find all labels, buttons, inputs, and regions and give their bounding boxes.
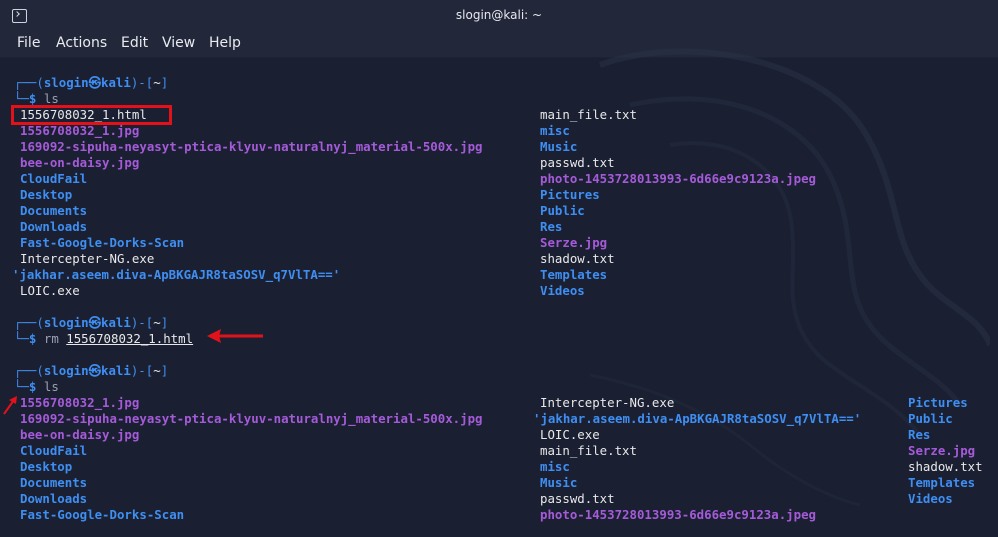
prompt-decor: ] xyxy=(160,75,169,90)
prompt-user: slogin xyxy=(43,75,89,90)
prompt-symbol: $ xyxy=(28,91,37,106)
list2-col2-0: Intercepter-NG.exe xyxy=(540,395,675,410)
list1-col2-11: Videos xyxy=(540,283,585,298)
red-arrow-small-icon xyxy=(3,396,17,415)
list2-col1-3: CloudFail xyxy=(20,443,88,458)
list1-col1-2: 169092-sipuha-neyasyt-ptica-klyuv-natura… xyxy=(20,139,483,154)
prompt-decor: └─ xyxy=(14,91,29,106)
list2-col3-6: Videos xyxy=(908,491,953,506)
list1-col2-0: main_file.txt xyxy=(540,107,637,122)
list1-col2-1: misc xyxy=(540,123,570,138)
list2-col2-7: photo-1453728013993-6d66e9c9123a.jpeg xyxy=(540,507,817,522)
list1-col1-3: bee-on-daisy.jpg xyxy=(20,155,140,170)
terminal-window[interactable]: slogin@kali: ~ File Actions Edit View He… xyxy=(0,0,998,537)
list2-col3-0: Pictures xyxy=(908,395,968,410)
list2-col3-4: shadow.txt xyxy=(908,459,983,474)
list2-col1-1: 169092-sipuha-neyasyt-ptica-klyuv-natura… xyxy=(20,411,483,426)
list1-col2-2: Music xyxy=(540,139,578,154)
list1-col2-5: Pictures xyxy=(540,187,600,202)
list2-col2-5: Music xyxy=(540,475,578,490)
list1-col1-4: CloudFail xyxy=(20,171,88,186)
command-text: ls xyxy=(43,379,59,394)
menu-help[interactable]: Help xyxy=(209,35,241,51)
list1-col2-9: shadow.txt xyxy=(540,251,615,266)
list1-col1-11: LOIC.exe xyxy=(20,283,80,298)
menu-view[interactable]: View xyxy=(162,35,195,51)
list1-col1-7: Downloads xyxy=(20,219,88,234)
list1-col1-1: 1556708032_1.jpg xyxy=(20,123,140,138)
prompt-dir: ~ xyxy=(153,75,161,90)
prompt-decor: )-[ xyxy=(130,75,154,90)
prompt-at: ㉿ xyxy=(88,75,101,90)
menu-edit[interactable]: Edit xyxy=(121,35,148,51)
command-text: ls xyxy=(43,91,59,106)
prompt-host: kali xyxy=(101,75,131,90)
list2-col1-6: Downloads xyxy=(20,491,88,506)
list2-col2-2: LOIC.exe xyxy=(540,427,600,442)
command-argument: 1556708032_1.html xyxy=(66,331,194,346)
menu-actions[interactable]: Actions xyxy=(56,35,107,51)
title-bar[interactable]: slogin@kali: ~ xyxy=(0,0,998,31)
list1-col2-3: passwd.txt xyxy=(540,155,615,170)
list2-col3-3: Serze.jpg xyxy=(908,443,976,458)
list2-col2-6: passwd.txt xyxy=(540,491,615,506)
prompt-line-3: ┌──(slogin㉿kali)-[~] xyxy=(14,363,169,378)
list2-col3-1: Public xyxy=(908,411,953,426)
list1-col1-5: Desktop xyxy=(20,187,73,202)
list2-col2-1: 'jakhar.aseem.diva-ApBKGAJR8taSOSV_q7VlT… xyxy=(533,411,862,426)
list2-col3-5: Templates xyxy=(908,475,976,490)
list2-col1-7: Fast-Google-Dorks-Scan xyxy=(20,507,185,522)
list1-col1-9: Intercepter-NG.exe xyxy=(20,251,155,266)
list1-col2-7: Res xyxy=(540,219,563,234)
list1-col2-6: Public xyxy=(540,203,585,218)
list2-col1-5: Documents xyxy=(20,475,88,490)
window-title: slogin@kali: ~ xyxy=(455,8,543,22)
red-arrow-icon xyxy=(207,329,263,343)
list1-col2-10: Templates xyxy=(540,267,608,282)
list1-col1-10: 'jakhar.aseem.diva-ApBKGAJR8taSOSV_q7VlT… xyxy=(12,267,341,282)
list2-col1-2: bee-on-daisy.jpg xyxy=(20,427,140,442)
prompt-line-2: ┌──(slogin㉿kali)-[~] xyxy=(14,315,169,330)
command-line-2: └─$ rm 1556708032_1.html xyxy=(14,331,194,346)
list2-col2-4: misc xyxy=(540,459,570,474)
list2-col2-3: main_file.txt xyxy=(540,443,637,458)
list1-col2-4: photo-1453728013993-6d66e9c9123a.jpeg xyxy=(540,171,817,186)
command-text: rm xyxy=(43,331,59,346)
list1-col2-8: Serze.jpg xyxy=(540,235,608,250)
list1-col1-8: Fast-Google-Dorks-Scan xyxy=(20,235,185,250)
list2-col1-0: 1556708032_1.jpg xyxy=(20,395,140,410)
list2-col1-4: Desktop xyxy=(20,459,73,474)
command-line-3: └─$ ls xyxy=(14,379,59,394)
list2-col3-2: Res xyxy=(908,427,931,442)
highlight-box xyxy=(11,105,172,125)
list1-col1-6: Documents xyxy=(20,203,88,218)
prompt-line-1: ┌──(slogin㉿kali)-[~] xyxy=(14,75,168,91)
prompt-decor: ┌──( xyxy=(14,75,44,90)
menu-file[interactable]: File xyxy=(17,35,40,51)
